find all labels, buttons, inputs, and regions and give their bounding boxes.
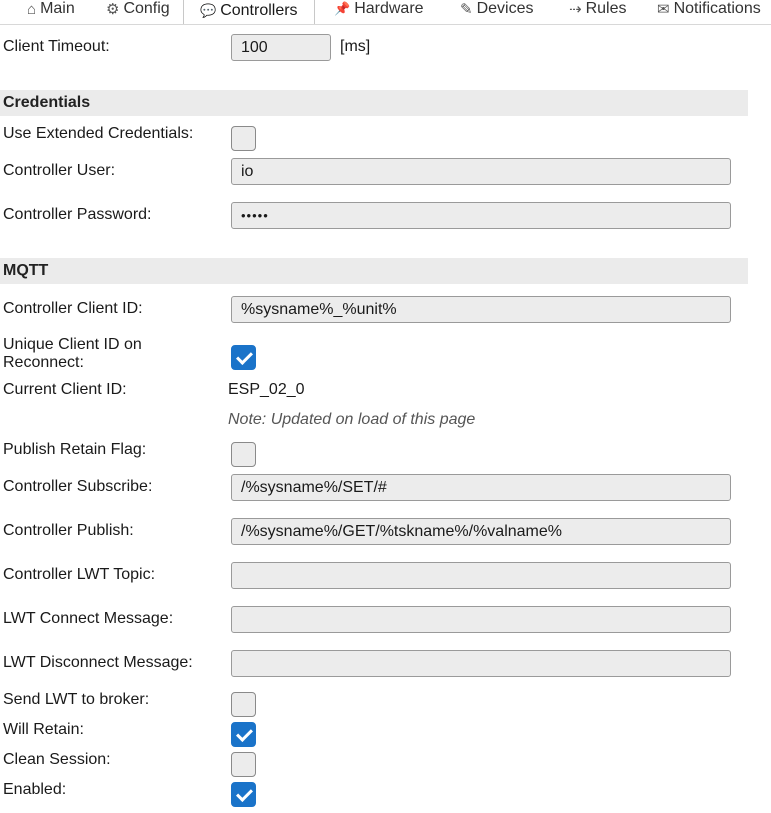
tab-bar: ⌂ Main ⚙ Config 💬 Controllers 📌 Hardware… <box>0 0 771 24</box>
client-timeout-label: Client Timeout: <box>3 38 110 55</box>
current-client-id-label: Current Client ID: <box>3 381 127 398</box>
tab-label: Controllers <box>220 1 298 19</box>
tab-rules[interactable]: ⇢ Rules <box>569 0 626 24</box>
publish-retain-checkbox[interactable] <box>231 442 256 467</box>
chat-icon: 💬 <box>200 2 217 18</box>
tab-label: Notifications <box>673 0 761 17</box>
update-note: Note: Updated on load of this page <box>228 411 476 428</box>
subscribe-input[interactable]: /%sysname%/SET/# <box>231 474 731 501</box>
unique-label-line1: Unique Client ID on <box>3 336 142 353</box>
lwt-topic-label: Controller LWT Topic: <box>3 566 156 583</box>
client-timeout-input[interactable]: 100 <box>231 34 331 61</box>
controller-user-label: Controller User: <box>3 162 116 179</box>
clean-session-checkbox[interactable] <box>231 752 256 777</box>
lwt-topic-input[interactable] <box>231 562 731 589</box>
unique-client-id-label: Unique Client ID on Reconnect: <box>3 336 142 372</box>
lwt-disconnect-input[interactable] <box>231 650 731 677</box>
tab-hardware[interactable]: 📌 Hardware <box>334 0 424 24</box>
send-lwt-checkbox[interactable] <box>231 692 256 717</box>
arrow-icon: ⇢ <box>569 1 582 18</box>
tab-label: Hardware <box>354 0 424 17</box>
tab-notifications[interactable]: ✉ Notifications <box>657 0 761 24</box>
publish-label: Controller Publish: <box>3 522 134 539</box>
use-extended-checkbox[interactable] <box>231 126 256 151</box>
section-mqtt: MQTT <box>0 258 748 284</box>
enabled-label: Enabled: <box>3 781 67 798</box>
clean-session-label: Clean Session: <box>3 751 111 768</box>
will-retain-checkbox[interactable] <box>231 722 256 747</box>
section-credentials: Credentials <box>0 90 748 116</box>
tab-main[interactable]: ⌂ Main <box>27 0 75 24</box>
client-id-label: Controller Client ID: <box>3 300 143 317</box>
lwt-connect-label: LWT Connect Message: <box>3 610 174 627</box>
client-id-input[interactable]: %sysname%_%unit% <box>231 296 731 323</box>
gear-icon: ⚙ <box>106 1 120 18</box>
unique-client-id-checkbox[interactable] <box>231 345 256 370</box>
subscribe-label: Controller Subscribe: <box>3 478 153 495</box>
lwt-connect-input[interactable] <box>231 606 731 633</box>
send-lwt-label: Send LWT to broker: <box>3 691 150 708</box>
current-client-id-value: ESP_02_0 <box>228 381 305 398</box>
publish-retain-label: Publish Retain Flag: <box>3 441 147 458</box>
plug-icon: ✎ <box>460 1 473 18</box>
will-retain-label: Will Retain: <box>3 721 84 738</box>
pin-icon: 📌 <box>334 1 351 16</box>
use-extended-label: Use Extended Credentials: <box>3 125 194 142</box>
tab-devices[interactable]: ✎ Devices <box>460 0 533 24</box>
tab-label: Rules <box>585 0 627 17</box>
unique-label-line2: Reconnect: <box>3 354 84 371</box>
controller-user-input[interactable]: io <box>231 158 731 185</box>
publish-input[interactable]: /%sysname%/GET/%tskname%/%valname% <box>231 518 731 545</box>
controller-password-label: Controller Password: <box>3 206 152 223</box>
lwt-disconnect-label: LWT Disconnect Message: <box>3 654 193 671</box>
envelope-icon: ✉ <box>657 1 670 18</box>
tab-divider <box>0 24 771 25</box>
tab-label: Main <box>40 0 75 17</box>
client-timeout-unit: [ms] <box>340 38 371 55</box>
home-icon: ⌂ <box>27 0 37 18</box>
tab-controllers[interactable]: 💬 Controllers <box>183 0 315 24</box>
tab-label: Config <box>123 0 170 17</box>
tab-config[interactable]: ⚙ Config <box>106 0 170 24</box>
controller-password-input[interactable]: ••••• <box>231 202 731 229</box>
enabled-checkbox[interactable] <box>231 782 256 807</box>
tab-label: Devices <box>476 0 534 17</box>
